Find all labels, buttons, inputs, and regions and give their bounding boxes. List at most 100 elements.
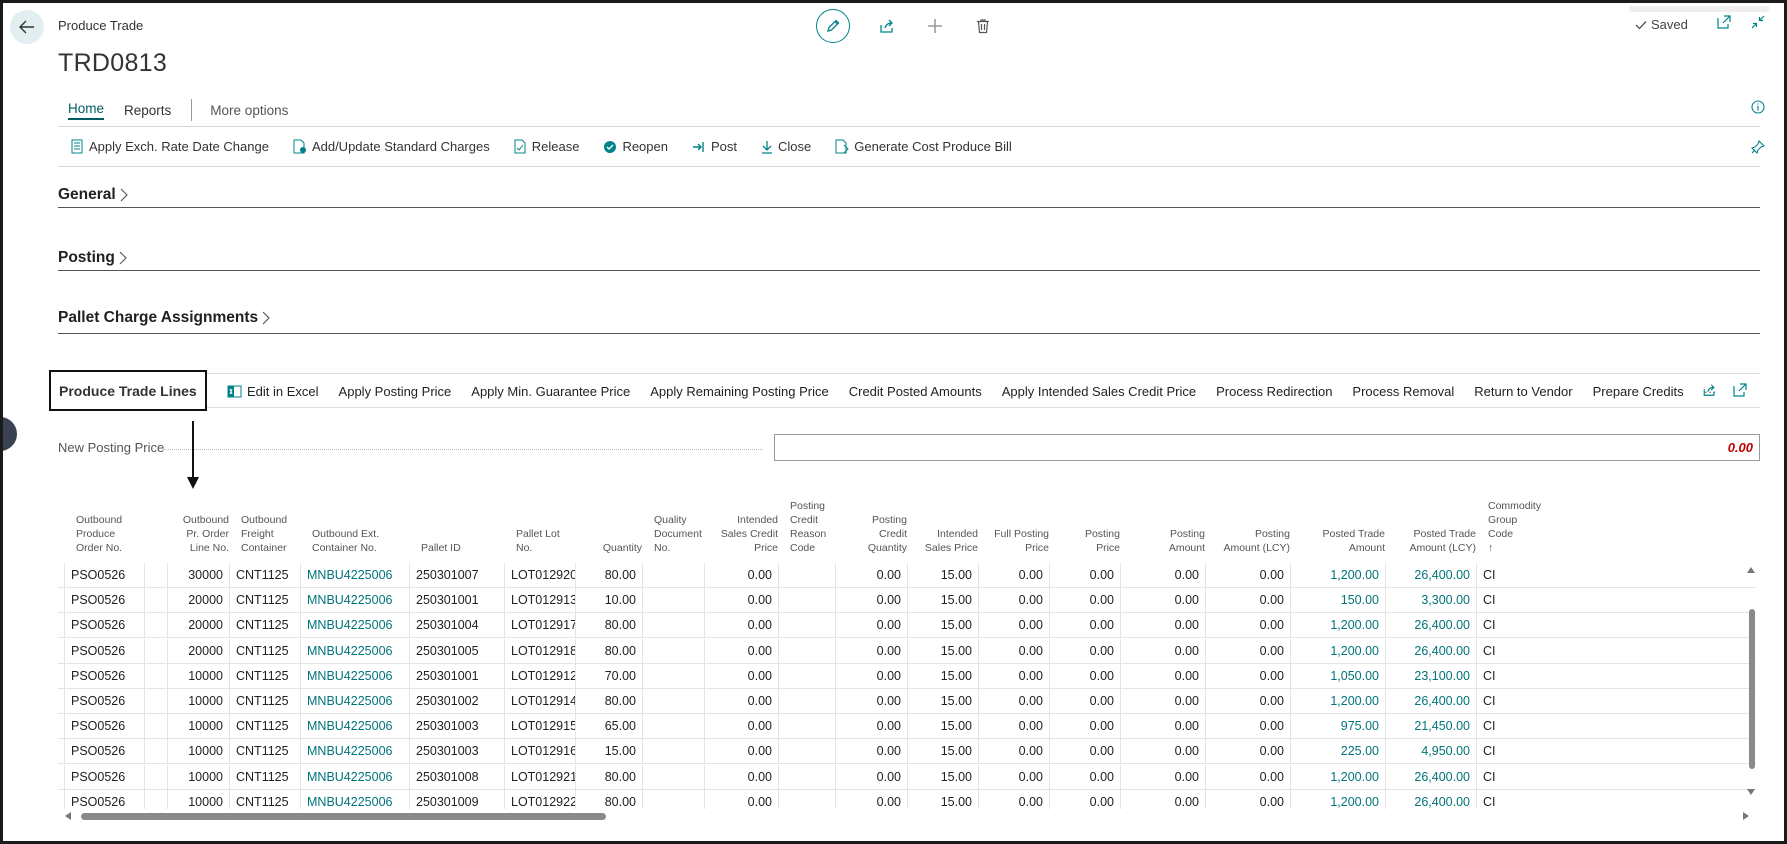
column-header-outbound-freight-container[interactable]: Outbound Freight Container xyxy=(235,498,306,563)
table-row[interactable]: PSO0526 30000 CNT1125 MNBU4225006 250301007 L… xyxy=(58,563,1756,588)
cell-posted-trade-amount[interactable]: 150.00 xyxy=(1290,588,1385,614)
table-row[interactable]: PSO0526 10000 CNT1125 MNBU4225006 250301002 L… xyxy=(58,689,1756,714)
apply-remaining-posting-price-button[interactable]: Apply Remaining Posting Price xyxy=(650,384,828,399)
process-redirection-button[interactable]: Process Redirection xyxy=(1216,384,1332,399)
cell-posted-trade-amount-lcy[interactable]: 26,400.00 xyxy=(1385,563,1476,588)
fasttab-general[interactable]: General xyxy=(58,186,128,204)
prepare-credits-button[interactable]: Prepare Credits xyxy=(1593,384,1684,399)
cell-outbound-ext-container-no[interactable]: MNBU4225006 xyxy=(300,588,409,614)
column-header-pallet-lot-no[interactable]: Pallet Lot No. xyxy=(510,498,581,563)
cell-posted-trade-amount[interactable]: 975.00 xyxy=(1290,714,1385,740)
cell-outbound-ext-container-no[interactable]: MNBU4225006 xyxy=(300,689,409,714)
column-header-intended-sales-credit-price[interactable]: Intended Sales Credit Price xyxy=(710,498,784,563)
column-header-outbound-ext-container-no[interactable]: Outbound Ext. Container No. xyxy=(306,498,415,563)
column-header-commodity-group-code[interactable]: Commodity Group Code ↑ xyxy=(1482,498,1541,563)
column-header-outbound-produce-order-no[interactable]: Outbound Produce Order No. xyxy=(70,498,150,563)
column-header-quantity[interactable]: Quantity xyxy=(581,498,648,563)
column-header-posting-amount[interactable]: Posting Amount xyxy=(1126,498,1211,563)
table-row[interactable]: PSO0526 10000 CNT1125 MNBU4225006 250301003 L… xyxy=(58,739,1756,765)
cell-outbound-ext-container-no[interactable]: MNBU4225006 xyxy=(300,739,409,765)
generate-cost-produce-bill-button[interactable]: Generate Cost Produce Bill xyxy=(835,139,1012,154)
expand-icon[interactable] xyxy=(1733,383,1747,397)
post-button[interactable]: Post xyxy=(692,139,737,154)
column-header-full-posting-price[interactable]: Full Posting Price xyxy=(984,498,1055,563)
edit-in-excel-button[interactable]: Edit in Excel xyxy=(227,384,319,399)
cell-posted-trade-amount[interactable]: 1,200.00 xyxy=(1290,689,1385,714)
table-row[interactable]: PSO0526 20000 CNT1125 MNBU4225006 250301005 L… xyxy=(58,638,1756,664)
column-header-intended-sales-price[interactable]: Intended Sales Price xyxy=(913,498,984,563)
cell-outbound-ext-container-no[interactable]: MNBU4225006 xyxy=(300,613,409,639)
cell-posted-trade-amount[interactable]: 1,200.00 xyxy=(1290,638,1385,664)
add-update-standard-charges-button[interactable]: Add/Update Standard Charges xyxy=(293,139,490,154)
more-options-button[interactable]: More options xyxy=(210,103,288,118)
cell-outbound-ext-container-no[interactable]: MNBU4225006 xyxy=(300,663,409,689)
cell-posted-trade-amount[interactable]: 1,200.00 xyxy=(1290,789,1385,809)
cell-posted-trade-amount-lcy[interactable]: 26,400.00 xyxy=(1385,638,1476,664)
fasttab-pallet-charge-assignments[interactable]: Pallet Charge Assignments xyxy=(58,309,270,327)
table-row[interactable]: PSO0526 20000 CNT1125 MNBU4225006 250301001 L… xyxy=(58,588,1756,614)
column-header-posting-price[interactable]: Posting Price xyxy=(1055,498,1126,563)
collapse-icon[interactable] xyxy=(1751,15,1765,29)
column-header-posting-credit-quantity[interactable]: Posting Credit Quantity xyxy=(841,498,913,563)
cell-posted-trade-amount-lcy[interactable]: 26,400.00 xyxy=(1385,764,1476,790)
new-button[interactable] xyxy=(924,15,946,37)
tab-home[interactable]: Home xyxy=(68,101,105,120)
credit-posted-amounts-button[interactable]: Credit Posted Amounts xyxy=(849,384,982,399)
cell-posted-trade-amount-lcy[interactable]: 23,100.00 xyxy=(1385,663,1476,689)
scroll-right-icon[interactable] xyxy=(1743,812,1749,820)
info-button[interactable] xyxy=(1751,100,1765,119)
column-header-posted-trade-amount[interactable]: Posted Trade Amount xyxy=(1296,498,1391,563)
apply-intended-sales-credit-price-button[interactable]: Apply Intended Sales Credit Price xyxy=(1002,384,1196,399)
cell-posted-trade-amount[interactable]: 1,200.00 xyxy=(1290,764,1385,790)
release-button[interactable]: Release xyxy=(514,139,579,154)
pin-button[interactable] xyxy=(1750,139,1766,159)
table-row[interactable]: PSO0526 10000 CNT1125 MNBU4225006 250301009 L… xyxy=(58,789,1756,809)
horizontal-scroll-thumb[interactable] xyxy=(81,813,606,820)
cell-posted-trade-amount[interactable]: 225.00 xyxy=(1290,739,1385,765)
produce-trade-lines-title[interactable]: Produce Trade Lines xyxy=(49,370,207,411)
open-new-window-icon[interactable] xyxy=(1717,15,1731,29)
share-button[interactable] xyxy=(876,15,898,37)
cell-posted-trade-amount[interactable]: 1,200.00 xyxy=(1290,613,1385,639)
horizontal-scrollbar[interactable] xyxy=(63,809,1753,823)
table-row[interactable]: PSO0526 10000 CNT1125 MNBU4225006 250301001 L… xyxy=(58,663,1756,689)
tab-reports[interactable]: Reports xyxy=(124,103,171,118)
cell-outbound-ext-container-no[interactable]: MNBU4225006 xyxy=(300,789,409,809)
column-header-posted-trade-amount-lcy[interactable]: Posted Trade Amount (LCY) xyxy=(1391,498,1482,563)
cell-posted-trade-amount-lcy[interactable]: 3,300.00 xyxy=(1385,588,1476,614)
apply-exch-rate-date-change-button[interactable]: Apply Exch. Rate Date Change xyxy=(71,139,269,154)
share-icon[interactable] xyxy=(1702,383,1717,397)
scroll-left-icon[interactable] xyxy=(65,812,71,820)
vertical-scrollbar[interactable] xyxy=(1744,563,1758,799)
table-row[interactable]: PSO0526 10000 CNT1125 MNBU4225006 250301008 L… xyxy=(58,764,1756,790)
back-button[interactable] xyxy=(10,10,44,44)
cell-posted-trade-amount[interactable]: 1,200.00 xyxy=(1290,563,1385,588)
close-button[interactable]: Close xyxy=(761,139,811,154)
scroll-down-icon[interactable] xyxy=(1747,789,1755,795)
apply-min-guarantee-price-button[interactable]: Apply Min. Guarantee Price xyxy=(471,384,630,399)
reopen-button[interactable]: Reopen xyxy=(603,139,668,154)
cell-posted-trade-amount-lcy[interactable]: 26,400.00 xyxy=(1385,613,1476,639)
column-header-pallet-id[interactable]: Pallet ID xyxy=(415,498,510,563)
cell-posted-trade-amount-lcy[interactable]: 26,400.00 xyxy=(1385,689,1476,714)
cell-posted-trade-amount[interactable]: 1,050.00 xyxy=(1290,663,1385,689)
cell-outbound-ext-container-no[interactable]: MNBU4225006 xyxy=(300,563,409,588)
scroll-up-icon[interactable] xyxy=(1747,567,1755,573)
column-header-quality-document-no[interactable]: Quality Document No. xyxy=(648,498,710,563)
column-header-posting-amount-lcy[interactable]: Posting Amount (LCY) xyxy=(1211,498,1296,563)
cell-outbound-ext-container-no[interactable]: MNBU4225006 xyxy=(300,714,409,740)
process-removal-button[interactable]: Process Removal xyxy=(1352,384,1454,399)
cell-outbound-ext-container-no[interactable]: MNBU4225006 xyxy=(300,764,409,790)
table-row[interactable]: PSO0526 20000 CNT1125 MNBU4225006 250301004 L… xyxy=(58,613,1756,639)
cell-outbound-ext-container-no[interactable]: MNBU4225006 xyxy=(300,638,409,664)
new-posting-price-input[interactable]: 0.00 xyxy=(774,434,1760,461)
cell-posted-trade-amount-lcy[interactable]: 4,950.00 xyxy=(1385,739,1476,765)
edit-button[interactable] xyxy=(816,9,850,43)
column-header-outbound-pr-order-line-no[interactable]: Outbound Pr. Order Line No. xyxy=(173,498,235,563)
side-handle[interactable] xyxy=(3,417,17,451)
table-row[interactable]: PSO0526 10000 CNT1125 MNBU4225006 250301003 L… xyxy=(58,714,1756,740)
apply-posting-price-button[interactable]: Apply Posting Price xyxy=(339,384,452,399)
return-to-vendor-button[interactable]: Return to Vendor xyxy=(1474,384,1572,399)
cell-posted-trade-amount-lcy[interactable]: 26,400.00 xyxy=(1385,789,1476,809)
fasttab-posting[interactable]: Posting xyxy=(58,249,127,267)
